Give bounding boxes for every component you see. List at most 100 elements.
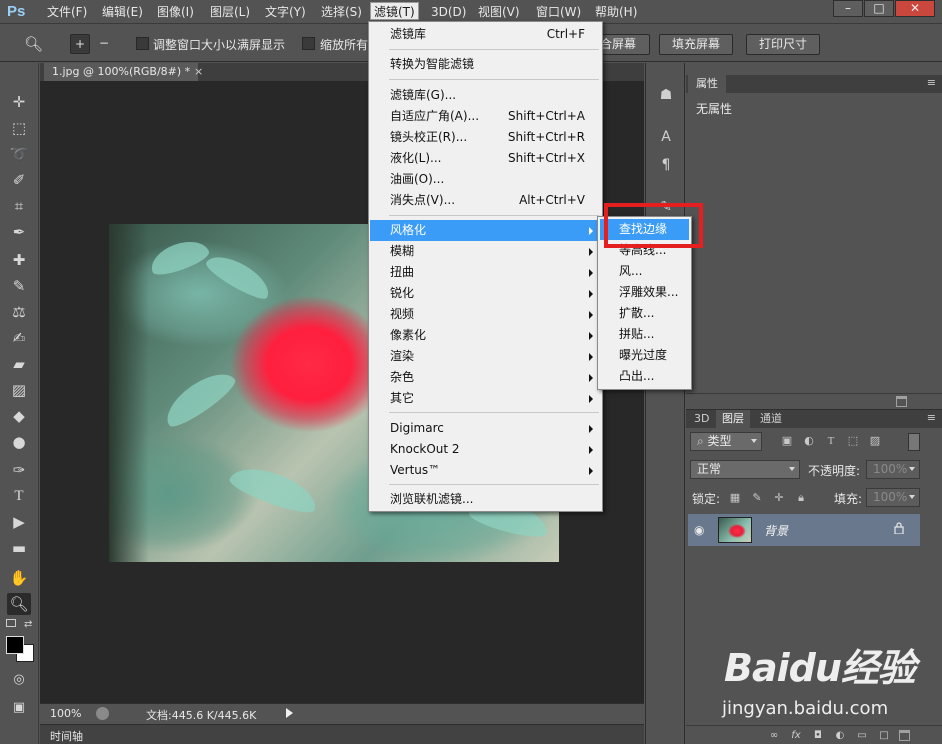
filter-type-icon[interactable]: T (824, 434, 838, 448)
submenu-item-wind[interactable]: 风... (600, 261, 689, 282)
clone-stamp-tool-icon[interactable]: ⚖ (7, 301, 31, 323)
menu-item-browse-online-filters[interactable]: 浏览联机滤镜... (370, 489, 601, 510)
trash-icon[interactable] (896, 396, 907, 407)
opacity-input[interactable]: 100% (866, 460, 920, 479)
type-tool-icon[interactable]: T (7, 485, 31, 507)
zoom-tool-icon[interactable]: 🔍︎ (7, 593, 31, 615)
foreground-color-swatch[interactable] (6, 636, 24, 654)
zoom-in-icon[interactable]: + (70, 34, 90, 54)
add-mask-icon[interactable]: ◘ (812, 730, 824, 742)
character-panel-icon[interactable]: A (656, 127, 676, 147)
lock-position-icon[interactable]: ✛ (772, 491, 786, 505)
print-size-button[interactable]: 打印尺寸 (746, 34, 821, 55)
zoom-all-checkbox[interactable] (302, 37, 315, 50)
fx-icon[interactable]: fx (790, 730, 802, 742)
tab-properties[interactable]: 属性 (688, 75, 726, 93)
move-tool-icon[interactable]: ✛ (7, 91, 31, 113)
link-layers-icon[interactable]: ∞ (768, 730, 780, 742)
fit-screen-button[interactable]: 合屏幕 (595, 34, 650, 55)
tab-channels[interactable]: 通道 (754, 410, 788, 428)
menu-image[interactable]: 图像(I) (154, 3, 197, 21)
lock-transparent-icon[interactable]: ▦ (728, 491, 742, 505)
pen-tool-icon[interactable]: ✑ (7, 459, 31, 481)
minimize-button[interactable]: – (833, 0, 863, 17)
eyedropper-tool-icon[interactable]: ✒ (7, 221, 31, 243)
submenu-item-emboss[interactable]: 浮雕效果... (600, 282, 689, 303)
fill-screen-button[interactable]: 填充屏幕 (659, 34, 734, 55)
crop-tool-icon[interactable]: ⌗ (7, 195, 31, 217)
menu-select[interactable]: 选择(S) (318, 3, 365, 21)
lock-all-icon[interactable]: 🔒︎ (794, 491, 808, 505)
blend-mode-select[interactable]: 正常 (690, 460, 800, 479)
menu-item-liquify[interactable]: 液化(L)... Shift+Ctrl+X (370, 148, 601, 169)
eye-icon[interactable]: ◉ (694, 523, 704, 537)
filter-adjustment-icon[interactable]: ◐ (802, 434, 816, 448)
menu-help[interactable]: 帮助(H) (592, 3, 640, 21)
healing-brush-tool-icon[interactable]: ✚ (7, 249, 31, 271)
history-brush-tool-icon[interactable]: ✍ (7, 327, 31, 349)
close-icon[interactable]: × (194, 65, 203, 78)
menu-edit[interactable]: 编辑(E) (99, 3, 146, 21)
fill-input[interactable]: 100% (866, 488, 920, 507)
close-window-button[interactable]: ✕ (895, 0, 935, 17)
menu-item-video[interactable]: 视频 (370, 304, 601, 325)
menu-item-vertus[interactable]: Vertus™ (370, 460, 601, 481)
screen-mode-icon[interactable]: ▣ (7, 697, 31, 719)
submenu-item-solarize[interactable]: 曝光过度 (600, 345, 689, 366)
layer-name[interactable]: 背景 (764, 522, 788, 539)
paragraph-panel-icon[interactable]: ¶ (656, 155, 676, 175)
history-panel-icon[interactable]: ☗ (656, 85, 676, 105)
new-group-icon[interactable]: ▭ (856, 730, 868, 742)
maximize-button[interactable]: □ (864, 0, 894, 17)
brush-tool-icon[interactable]: ✎ (7, 275, 31, 297)
default-colors-icon[interactable] (6, 619, 16, 627)
menu-item-adaptive-wide-angle[interactable]: 自适应广角(A)... Shift+Ctrl+A (370, 106, 601, 127)
layer-filter-select[interactable]: ⌕ 类型 (690, 432, 762, 451)
submenu-item-diffuse[interactable]: 扩散... (600, 303, 689, 324)
menu-item-lens-correction[interactable]: 镜头校正(R)... Shift+Ctrl+R (370, 127, 601, 148)
menu-item-distort[interactable]: 扭曲 (370, 262, 601, 283)
menu-item-vanishing-point[interactable]: 消失点(V)... Alt+Ctrl+V (370, 190, 601, 211)
marquee-tool-icon[interactable]: ⬚ (7, 117, 31, 139)
menu-view[interactable]: 视图(V) (475, 3, 523, 21)
menu-3d[interactable]: 3D(D) (428, 3, 469, 21)
path-select-tool-icon[interactable]: ▶ (7, 511, 31, 533)
menu-item-blur[interactable]: 模糊 (370, 241, 601, 262)
blur-tool-icon[interactable]: ◆ (7, 405, 31, 427)
new-layer-icon[interactable]: □ (878, 730, 890, 742)
filter-pixel-icon[interactable]: ▣ (780, 434, 794, 448)
adjustment-layer-icon[interactable]: ◐ (834, 730, 846, 742)
hand-tool-icon[interactable]: ✋ (7, 567, 31, 589)
menu-item-render[interactable]: 渲染 (370, 346, 601, 367)
menu-item-sharpen[interactable]: 锐化 (370, 283, 601, 304)
menu-item-knockout[interactable]: KnockOut 2 (370, 439, 601, 460)
menu-item-pixelate[interactable]: 像素化 (370, 325, 601, 346)
lasso-tool-icon[interactable]: ➰ (7, 143, 31, 165)
tab-layers[interactable]: 图层 (716, 410, 750, 428)
dodge-tool-icon[interactable]: ● (7, 431, 31, 453)
menu-item-other[interactable]: 其它 (370, 388, 601, 409)
quick-select-tool-icon[interactable]: ✐ (7, 169, 31, 191)
menu-item-convert-smart-filters[interactable]: 转换为智能滤镜 (370, 54, 601, 75)
menu-layer[interactable]: 图层(L) (207, 3, 253, 21)
zoom-level[interactable]: 100% (50, 707, 81, 720)
menu-item-oil-paint[interactable]: 油画(O)... (370, 169, 601, 190)
timeline-panel-tab[interactable]: 时间轴 (40, 724, 644, 744)
filter-shape-icon[interactable]: ⬚ (846, 434, 860, 448)
quick-mask-icon[interactable]: ◎ (7, 669, 31, 691)
gradient-tool-icon[interactable]: ▨ (7, 379, 31, 401)
layer-row[interactable]: ◉ 背景 (688, 514, 920, 546)
submenu-item-extrude[interactable]: 凸出... (600, 366, 689, 387)
menu-item-filter-gallery-last[interactable]: 滤镜库 Ctrl+F (370, 24, 601, 45)
zoom-tool-icon[interactable]: 🔍︎ (24, 34, 44, 54)
menu-item-noise[interactable]: 杂色 (370, 367, 601, 388)
filter-smart-object-icon[interactable]: ▨ (868, 434, 882, 448)
menu-item-digimarc[interactable]: Digimarc (370, 418, 601, 439)
menu-filter[interactable]: 滤镜(T) (370, 2, 419, 20)
menu-item-stylize[interactable]: 风格化 (370, 220, 601, 241)
eraser-tool-icon[interactable]: ▰ (7, 353, 31, 375)
menu-window[interactable]: 窗口(W) (533, 3, 584, 21)
trash-icon[interactable] (899, 730, 910, 741)
tab-3d[interactable]: 3D (688, 410, 715, 428)
resize-windows-checkbox[interactable] (136, 37, 149, 50)
